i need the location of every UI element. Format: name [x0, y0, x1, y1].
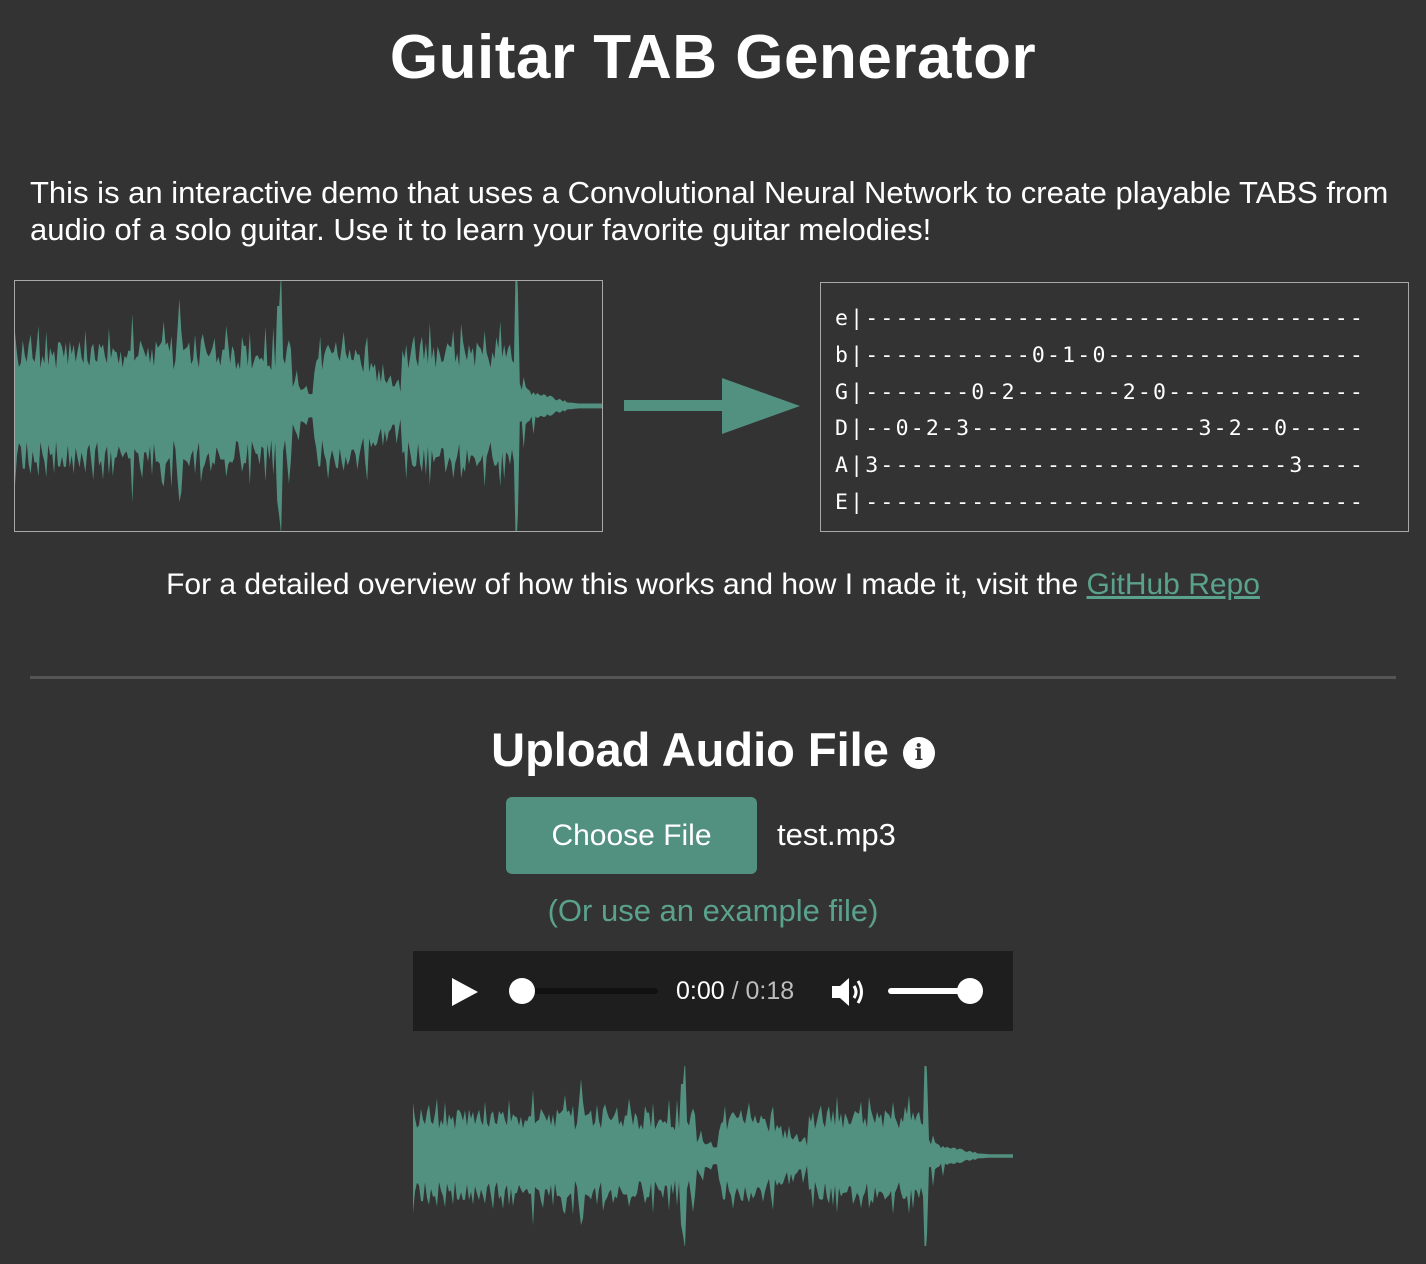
waveform-illustration	[14, 280, 603, 532]
github-repo-link[interactable]: GitHub Repo	[1086, 568, 1259, 601]
intro-text: This is an interactive demo that uses a …	[30, 175, 1389, 247]
duration: 0:18	[745, 977, 795, 1005]
waveform-path	[15, 281, 602, 531]
tab-line-e: e|---------------------------------	[835, 306, 1366, 331]
overview-label: For a detailed overview of how this work…	[166, 568, 1087, 601]
waveform-graphic	[15, 281, 602, 531]
tab-illustration: e|--------------------------------- b|--…	[820, 282, 1409, 532]
choose-file-button[interactable]: Choose File	[506, 797, 757, 874]
overview-text: For a detailed overview of how this work…	[0, 568, 1426, 602]
arrow-icon	[624, 378, 800, 434]
audio-waveform[interactable]	[413, 1066, 1013, 1246]
current-time: 0:00	[676, 977, 725, 1005]
page-title: Guitar TAB Generator	[389, 23, 1037, 92]
waveform-path	[413, 1066, 1013, 1246]
upload-heading-label: Upload Audio File	[491, 723, 889, 776]
time-separator: /	[724, 977, 746, 1005]
info-icon[interactable]: i	[902, 737, 935, 769]
example-file-link[interactable]: (Or use an example file)	[0, 893, 1426, 929]
selected-file-name: test.mp3	[777, 817, 896, 852]
tab-line-a: A|3---------------------------3----	[835, 453, 1366, 479]
volume-icon[interactable]	[830, 975, 870, 1009]
volume-slider[interactable]	[884, 975, 988, 1007]
section-divider	[30, 676, 1396, 679]
tab-line-d: D|--0-2-3---------------3-2--0-----	[835, 416, 1366, 442]
seek-slider[interactable]	[506, 975, 660, 1007]
tab-line-b: b|-----------0-1-0-----------------	[835, 342, 1366, 368]
tab-line-g: G|-------0-2-------2-0-------------	[835, 379, 1366, 405]
time-display: 0:00 / 0:18	[676, 977, 794, 1006]
tab-line-low-e: E|---------------------------------	[835, 489, 1366, 515]
upload-heading: Upload Audio File i	[0, 722, 1426, 777]
play-icon[interactable]	[448, 975, 480, 1009]
